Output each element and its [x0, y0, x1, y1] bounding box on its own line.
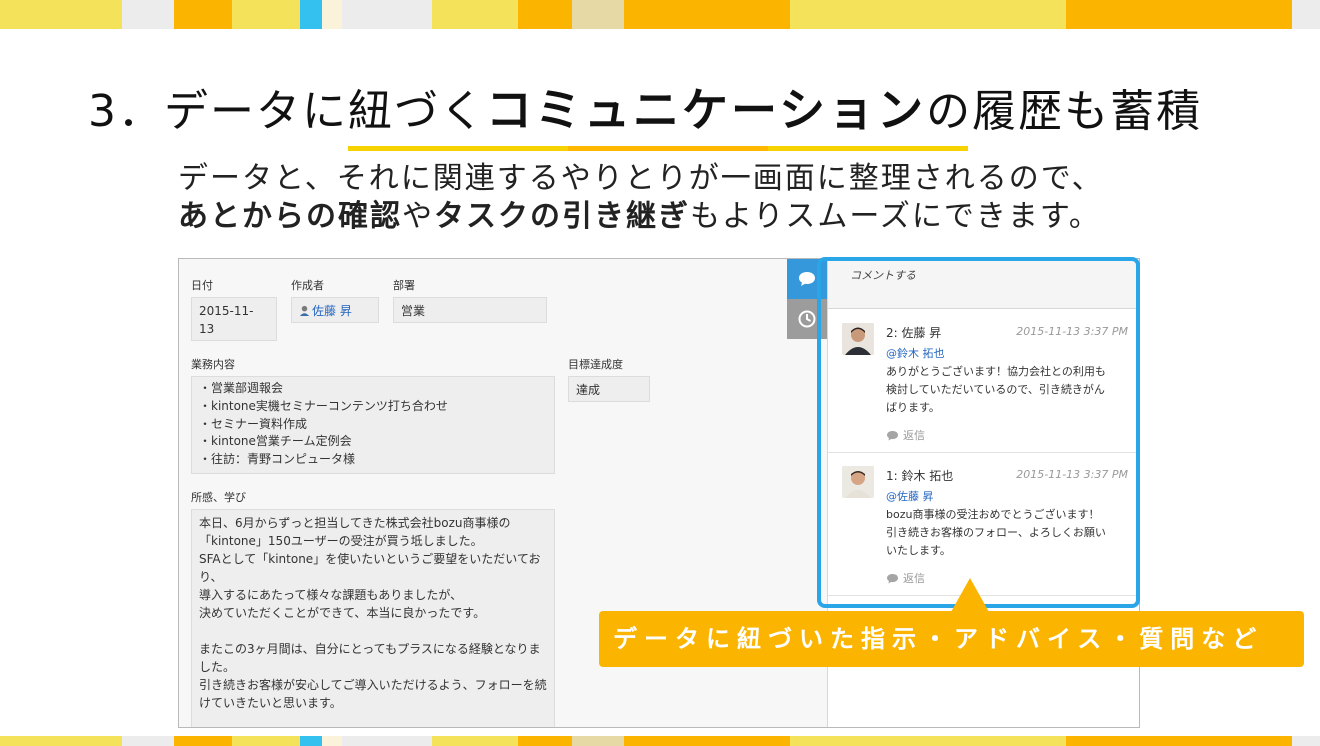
slide-subtitle: データと、それに関連するやりとりが一画面に整理されるので、 あとからの確認やタス…: [178, 160, 1178, 236]
callout-banner: データに紐づいた指示・アドバイス・質問など: [599, 611, 1304, 667]
date-field: 2015-11- 13: [191, 297, 277, 341]
subtitle-emphasis-2: タスクの引き継ぎ: [434, 199, 690, 234]
tasks-field: ・営業部週報会 ・kintone実機セミナーコンテンツ打ち合わせ ・セミナー資料…: [191, 376, 555, 474]
subtitle-line-2: あとからの確認やタスクの引き継ぎもよりスムーズにできます。: [178, 198, 1178, 236]
bottom-decorative-stripe: [0, 736, 1320, 746]
title-underline: [348, 146, 968, 151]
department-field: 営業: [393, 297, 547, 323]
date-label: 日付: [191, 279, 213, 292]
slide-title-emphasis: コミュニケーション: [486, 83, 927, 137]
speech-bubble-icon: [799, 272, 815, 286]
subtitle-line-1: データと、それに関連するやりとりが一画面に整理されるので、: [178, 161, 1104, 196]
subtitle-text-1: や: [402, 199, 434, 234]
subtitle-emphasis-1: あとからの確認: [178, 199, 402, 234]
creator-user-link[interactable]: 佐藤 昇: [312, 304, 352, 318]
learnings-label: 所感、学び: [191, 491, 246, 504]
callout-pointer: [951, 578, 989, 612]
comments-highlight-frame: [817, 257, 1140, 608]
clock-icon: [798, 310, 816, 328]
goal-label: 目標達成度: [568, 358, 623, 371]
creator-label: 作成者: [291, 279, 324, 292]
goal-field: 達成: [568, 376, 650, 402]
slide-title-number: 3．: [88, 86, 164, 137]
slide-title-suffix: の履歴も蓄積: [926, 86, 1203, 137]
tasks-label: 業務内容: [191, 358, 235, 371]
slide-title-prefix: データに紐づく: [164, 86, 486, 137]
learnings-field: 本日、6月からずっと担当してきた株式会社bozu商事様の 「kintone」15…: [191, 509, 555, 727]
top-decorative-stripe: [0, 0, 1320, 29]
user-icon: [299, 305, 310, 316]
creator-field: 佐藤 昇: [291, 297, 379, 323]
department-label: 部署: [393, 279, 415, 292]
slide-title: 3．データに紐づくコミュニケーションの履歴も蓄積: [88, 78, 1268, 142]
subtitle-text-2: もよりスムーズにできます。: [690, 199, 1101, 234]
